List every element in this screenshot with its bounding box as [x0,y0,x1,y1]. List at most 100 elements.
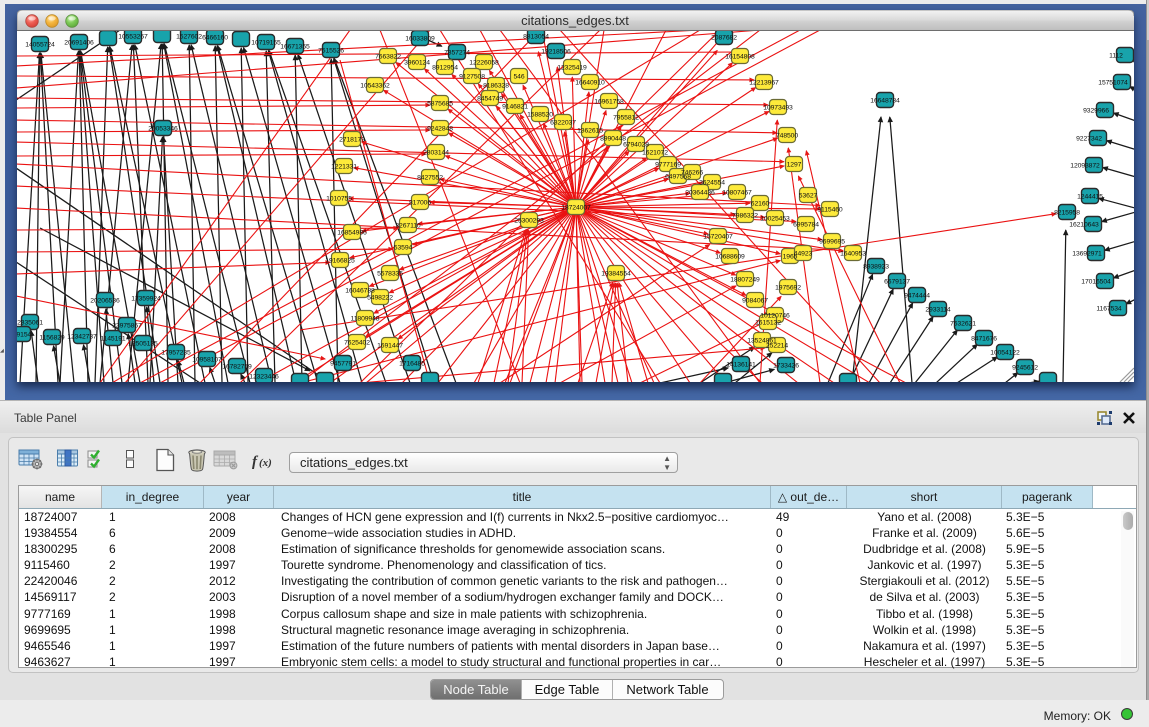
svg-text:9777169: 9777169 [655,162,681,169]
svg-text:7625402: 7625402 [344,340,370,347]
svg-text:8912954: 8912954 [432,65,458,72]
svg-text:252214: 252214 [766,343,788,350]
svg-text:16210643: 16210643 [1069,222,1099,229]
svg-text:5875685: 5875685 [427,101,453,108]
svg-text:6794028: 6794028 [623,142,649,149]
svg-text:10688609: 10688609 [715,254,745,261]
svg-text:2087682: 2087682 [711,35,737,42]
svg-text:1297: 1297 [787,162,802,169]
svg-text:6466160: 6466160 [202,35,228,42]
svg-text:12342737: 12342737 [67,334,97,341]
svg-text:16154808: 16154808 [725,54,755,61]
svg-text:23975867: 23975867 [112,323,142,330]
svg-text:9146821: 9146821 [502,104,528,111]
svg-text:748500: 748500 [776,133,798,140]
svg-text:1691447: 1691447 [377,343,403,350]
svg-text:5498222: 5498222 [367,295,393,302]
svg-text:1621072: 1621072 [642,150,668,157]
svg-text:8427552: 8427552 [417,175,443,182]
svg-text:14136141: 14136141 [726,362,756,369]
svg-text:17359924: 17359924 [131,296,161,303]
svg-text:817006: 817006 [409,200,431,207]
svg-text:10973493: 10973493 [763,105,793,112]
svg-text:7663822: 7663822 [375,54,401,61]
svg-text:9329966: 9329966 [1083,108,1109,115]
svg-text:18724007: 18724007 [561,205,591,212]
svg-text:8215958: 8215958 [1054,210,1080,217]
svg-text:1615132: 1615132 [755,320,781,327]
svg-text:7986322: 7986322 [732,213,758,220]
svg-text:10807467: 10807467 [722,190,752,197]
svg-text:1733426: 1733426 [773,363,799,370]
svg-text:16854986: 16854986 [337,230,367,237]
svg-text:1244415: 1244415 [1077,194,1103,201]
svg-text:746266: 746266 [681,170,703,177]
svg-text:2718179: 2718179 [339,137,365,144]
svg-text:9084067: 9084067 [742,298,768,305]
svg-text:6995784: 6995784 [793,222,819,229]
svg-text:10025453: 10025453 [760,216,790,223]
svg-text:25300293: 25300293 [514,218,544,225]
svg-text:8938923: 8938923 [863,264,889,271]
svg-text:1145191: 1145191 [100,336,126,343]
svg-text:16640910: 16640910 [575,80,605,87]
svg-text:546: 546 [513,74,524,81]
svg-text:8471676: 8471676 [971,336,997,343]
svg-text:10719155: 10719155 [251,40,281,47]
svg-text:16961758: 16961758 [594,99,624,106]
svg-text:5578335: 5578335 [377,271,403,278]
svg-text:8454749: 8454749 [477,96,503,103]
svg-text:12325419: 12325419 [557,65,587,72]
svg-text:7357274: 7357274 [444,50,470,57]
svg-text:12213967: 12213967 [749,80,779,87]
svg-text:17016504: 17016504 [1081,279,1111,286]
svg-text:1010755: 1010755 [326,196,352,203]
svg-text:citations_edges.txt: citations_edges.txt [521,13,629,28]
svg-text:10553267: 10553267 [118,34,148,41]
svg-text:44923: 44923 [794,251,813,258]
svg-text:16033809: 16033809 [405,36,435,43]
svg-text:9127508: 9127508 [459,74,485,81]
svg-text:9699695: 9699695 [819,239,845,246]
svg-text:2335061: 2335061 [17,320,43,327]
svg-text:17957235: 17957235 [161,350,191,357]
svg-text:1221331: 1221331 [331,164,357,171]
svg-text:20364436: 20364436 [685,190,715,197]
svg-text:15751074: 15751074 [1098,80,1128,87]
svg-text:12226058: 12226058 [469,60,499,67]
svg-text:53594: 53594 [394,245,413,252]
svg-text:16782759: 16782759 [222,364,252,371]
svg-text:9115460: 9115460 [817,207,843,214]
svg-text:9227342: 9227342 [1076,136,1102,143]
svg-text:(x): (x) [259,457,272,469]
svg-text:1156829: 1156829 [39,335,65,342]
svg-text:6679137: 6679137 [884,279,910,286]
svg-text:19384554: 19384554 [601,271,631,278]
svg-text:39154: 39154 [17,332,32,339]
svg-text:16648784: 16648784 [870,98,900,105]
svg-text:15720407: 15720407 [703,234,733,241]
svg-text:19166825: 19166825 [325,258,355,265]
svg-text:12323446: 12323446 [249,374,279,381]
svg-text:7515526: 7515526 [318,48,344,55]
svg-text:8186328: 8186328 [483,83,509,90]
svg-text:14055724: 14055724 [25,42,55,49]
svg-text:3624554: 3624554 [699,180,725,187]
svg-text:1716485: 1716485 [399,361,425,368]
svg-text:2933114: 2933114 [925,307,951,314]
svg-text:13692971: 13692971 [1072,251,1102,258]
svg-text:16046788: 16046788 [345,288,375,295]
svg-text:53627: 53627 [799,193,818,200]
svg-text:8813054: 8813054 [523,34,549,41]
svg-text:12505135: 12505135 [128,341,158,348]
svg-text:1167534: 1167534 [1096,306,1122,313]
svg-text:9457791: 9457791 [330,361,356,368]
svg-text:9242848: 9242848 [427,126,453,133]
svg-text:7955812: 7955812 [613,115,639,122]
svg-text:3267110: 3267110 [395,223,421,230]
svg-text:12093872: 12093872 [1070,163,1100,170]
svg-text:2803144: 2803144 [423,150,449,157]
svg-text:9474444: 9474444 [904,293,930,300]
svg-text:62160: 62160 [751,201,770,208]
svg-text:1112: 1112 [1109,53,1123,60]
